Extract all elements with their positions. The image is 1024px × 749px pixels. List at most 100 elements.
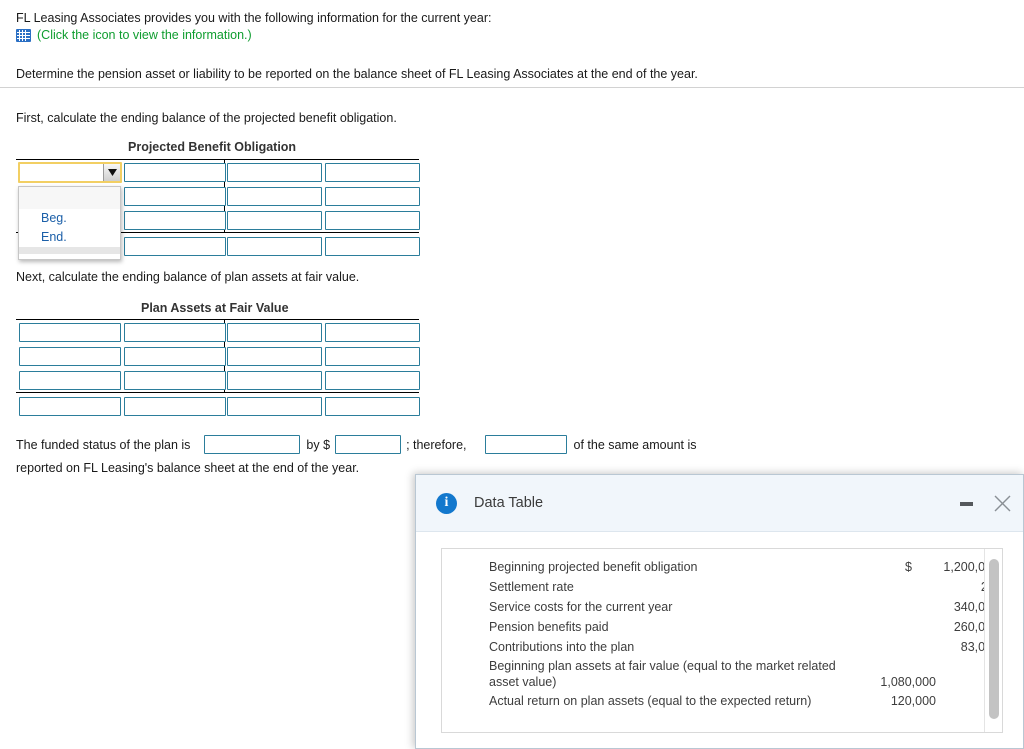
- pbo-cell-r1c1: [16, 160, 124, 184]
- plan-cell-r4c2: [124, 394, 226, 418]
- plan-cell-r1c3: [224, 320, 325, 344]
- plan-cell-r1c2: [124, 320, 226, 344]
- dialog-body: Beginning projected benefit obligation $1…: [416, 532, 1023, 733]
- pbo-input-r3c3[interactable]: [227, 210, 322, 230]
- pbo-cell-r3c4: [325, 208, 420, 232]
- dropdown-option-end[interactable]: End.: [19, 228, 120, 247]
- minimize-icon[interactable]: [953, 491, 979, 517]
- plan-input-r2c4[interactable]: [325, 346, 420, 366]
- plan-input-r4c3[interactable]: [227, 396, 322, 416]
- section-divider: [0, 87, 1024, 88]
- dropdown-option-blank[interactable]: [19, 187, 120, 209]
- dialog-title: Data Table: [474, 495, 544, 511]
- funded-status-select-field[interactable]: [204, 435, 301, 454]
- plan-input-r1c1[interactable]: [19, 322, 121, 342]
- pbo-cell-r3c3: [224, 208, 325, 232]
- plan-cell-r2c2: [124, 344, 226, 368]
- data-table-row-value: 1,080,000: [880, 675, 936, 689]
- plan-cell-r2c3: [224, 344, 325, 368]
- pbo-cell-r2c3: [224, 184, 325, 208]
- close-icon[interactable]: [989, 491, 1015, 517]
- data-table-row: Beginning plan assets at fair value (equ…: [442, 657, 1002, 692]
- plan-input-r1c2[interactable]: [124, 322, 226, 342]
- plan-input-r3c2[interactable]: [124, 370, 226, 390]
- plan-assets-table-title: Plan Assets at Fair Value: [141, 301, 289, 315]
- funded-status-line-2: reported on FL Leasing's balance sheet a…: [16, 461, 360, 475]
- plan-input-r4c1[interactable]: [19, 396, 121, 416]
- table-row: [16, 344, 420, 368]
- plan-cell-r3c1: [16, 368, 124, 392]
- funded-status-account-field[interactable]: [484, 435, 567, 454]
- funded-status-line-1: The funded status of the plan is by $ ; …: [16, 435, 697, 454]
- data-table-scrollbar[interactable]: [984, 549, 1002, 732]
- plan-input-r4c2[interactable]: [124, 396, 226, 416]
- plan-cell-r2c4: [325, 344, 420, 368]
- pbo-period-select-value: [20, 164, 103, 181]
- table-row: [16, 320, 420, 344]
- plan-input-r1c3[interactable]: [227, 322, 322, 342]
- plan-cell-r2c1: [16, 344, 124, 368]
- pbo-input-r2c4[interactable]: [325, 186, 420, 206]
- data-table-row-label: Pension benefits paid: [489, 620, 609, 634]
- pbo-input-r4c2[interactable]: [124, 236, 226, 256]
- pbo-input-r2c2[interactable]: [124, 186, 226, 206]
- plan-input-r3c4[interactable]: [325, 370, 420, 390]
- pbo-cell-r2c4: [325, 184, 420, 208]
- plan-input-r1c4[interactable]: [325, 322, 420, 342]
- table-row: [16, 394, 420, 418]
- pbo-cell-r2c2: [124, 184, 226, 208]
- dialog-controls: [953, 475, 1015, 532]
- data-table-panel: Beginning projected benefit obligation $1…: [441, 548, 1003, 733]
- intro-text: FL Leasing Associates provides you with …: [16, 11, 492, 25]
- data-table-row-currency: $: [905, 560, 912, 574]
- plan-input-r4c4[interactable]: [325, 396, 420, 416]
- plan-cell-r1c4: [325, 320, 420, 344]
- dropdown-option-beg[interactable]: Beg.: [19, 209, 120, 228]
- pbo-cell-r3c2: [124, 208, 226, 232]
- plan-input-r2c3[interactable]: [227, 346, 322, 366]
- pbo-cell-r4c3: [224, 234, 325, 258]
- scrollbar-thumb[interactable]: [989, 559, 999, 719]
- plan-input-r3c1[interactable]: [19, 370, 121, 390]
- pbo-input-r1c4[interactable]: [325, 162, 420, 182]
- table-row: [16, 160, 420, 184]
- pbo-input-r4c4[interactable]: [325, 236, 420, 256]
- dropdown-footer: [19, 247, 120, 254]
- table-grid-icon[interactable]: [16, 28, 31, 42]
- plan-cell-r3c3: [224, 368, 325, 392]
- step-next-text: Next, calculate the ending balance of pl…: [16, 270, 360, 284]
- pbo-input-r1c2[interactable]: [124, 162, 226, 182]
- pbo-input-r4c3[interactable]: [227, 236, 322, 256]
- plan-cell-r4c3: [224, 394, 325, 418]
- pbo-input-r3c2[interactable]: [124, 210, 226, 230]
- data-table-row: Actual return on plan assets (equal to t…: [442, 692, 1002, 711]
- plan-cell-r3c2: [124, 368, 226, 392]
- pbo-input-r1c3[interactable]: [227, 162, 322, 182]
- data-table-row-label: Actual return on plan assets (equal to t…: [489, 694, 812, 708]
- view-information-link[interactable]: (Click the icon to view the information.…: [37, 28, 252, 42]
- plan-input-r3c3[interactable]: [227, 370, 322, 390]
- pbo-cell-r1c2: [124, 160, 226, 184]
- pbo-cell-r4c4: [325, 234, 420, 258]
- plan-cell-r4c1: [16, 394, 124, 418]
- pbo-cell-r1c3: [224, 160, 325, 184]
- funded-status-amount-field[interactable]: [335, 435, 402, 454]
- chevron-down-icon[interactable]: [103, 163, 120, 181]
- data-table-row-label: Settlement rate: [489, 580, 574, 594]
- plan-input-r2c2[interactable]: [124, 346, 226, 366]
- page-root: FL Leasing Associates provides you with …: [0, 0, 1024, 749]
- funded-status-text-1: The funded status of the plan is: [16, 437, 191, 452]
- pbo-input-r3c4[interactable]: [325, 210, 420, 230]
- data-table-row-label: Contributions into the plan: [489, 640, 635, 654]
- data-table-row-label: Beginning plan assets at fair value (equ…: [489, 659, 836, 689]
- plan-cell-r1c1: [16, 320, 124, 344]
- step-first-text: First, calculate the ending balance of t…: [16, 111, 397, 125]
- data-table-row: Service costs for the current year 340,00…: [442, 597, 1002, 617]
- pbo-input-r2c3[interactable]: [227, 186, 322, 206]
- pbo-period-select[interactable]: [18, 161, 122, 183]
- pbo-period-dropdown-list[interactable]: Beg. End.: [18, 186, 121, 260]
- plan-cell-r3c4: [325, 368, 420, 392]
- dialog-header: i Data Table: [416, 475, 1023, 532]
- plan-input-r2c1[interactable]: [19, 346, 121, 366]
- data-table-row-label: Service costs for the current year: [489, 600, 673, 614]
